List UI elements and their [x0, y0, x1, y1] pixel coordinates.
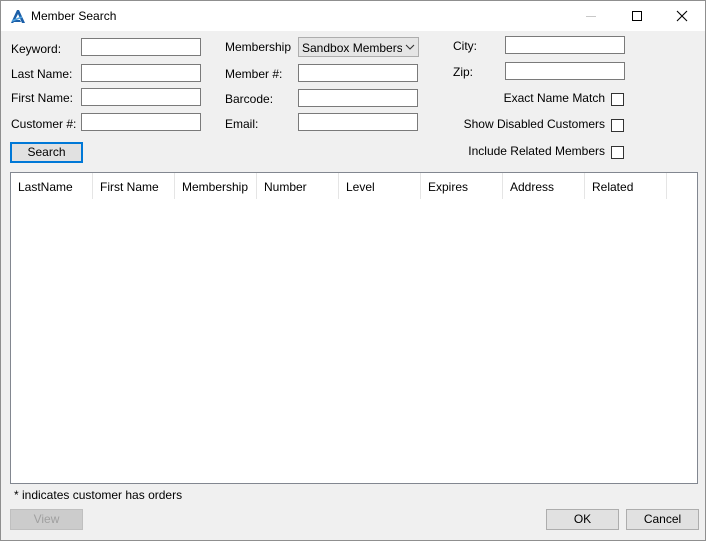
customer-number-label: Customer #:: [11, 117, 77, 131]
column-header-level[interactable]: Level: [339, 173, 421, 199]
barcode-label: Barcode:: [225, 92, 274, 106]
window-title: Member Search: [31, 9, 117, 23]
city-label: City:: [453, 39, 477, 53]
column-header-address[interactable]: Address: [503, 173, 585, 199]
minimize-icon: [586, 16, 596, 17]
last-name-label: Last Name:: [11, 67, 73, 81]
view-button[interactable]: View: [10, 509, 83, 530]
maximize-button[interactable]: [614, 1, 660, 31]
show-disabled-customers-label: Show Disabled Customers: [463, 117, 605, 131]
email-input[interactable]: [298, 113, 418, 131]
maximize-icon: [632, 11, 642, 21]
member-number-input[interactable]: [298, 64, 418, 82]
keyword-input[interactable]: [81, 38, 201, 56]
results-grid[interactable]: LastName First Name Membership Number Le…: [10, 172, 698, 484]
keyword-label: Keyword:: [11, 42, 62, 56]
exact-name-match-label: Exact Name Match: [503, 91, 605, 105]
column-header-expires[interactable]: Expires: [421, 173, 503, 199]
city-input[interactable]: [505, 36, 625, 54]
column-header-first-name[interactable]: First Name: [93, 173, 175, 199]
cancel-button[interactable]: Cancel: [626, 509, 699, 530]
zip-label: Zip:: [453, 65, 474, 79]
column-header-related[interactable]: Related: [585, 173, 667, 199]
member-search-window: Member Search Keyword: Last Name: First …: [0, 0, 706, 541]
last-name-input[interactable]: [81, 64, 201, 82]
orders-footnote: * indicates customer has orders: [14, 488, 183, 502]
zip-input[interactable]: [505, 62, 625, 80]
email-label: Email:: [225, 117, 259, 131]
member-number-label: Member #:: [225, 67, 283, 81]
minimize-button[interactable]: [568, 1, 614, 31]
exact-name-match-checkbox[interactable]: [611, 93, 624, 106]
membership-dropdown[interactable]: Sandbox Membership: [298, 37, 419, 57]
close-button[interactable]: [659, 1, 705, 31]
customer-number-input[interactable]: [81, 113, 201, 131]
title-bar[interactable]: Member Search: [1, 1, 705, 31]
chevron-down-icon: [405, 44, 415, 50]
close-icon: [676, 10, 688, 22]
ok-button[interactable]: OK: [546, 509, 619, 530]
column-header-membership[interactable]: Membership: [175, 173, 257, 199]
include-related-members-label: Include Related Members: [468, 144, 605, 158]
app-logo-icon: [11, 10, 25, 23]
first-name-label: First Name:: [11, 91, 74, 105]
membership-label: Membership: [225, 40, 292, 54]
membership-selected: Sandbox Membership: [302, 41, 402, 55]
column-header-lastname[interactable]: LastName: [11, 173, 93, 199]
search-button[interactable]: Search: [10, 142, 83, 163]
column-header-number[interactable]: Number: [257, 173, 339, 199]
include-related-members-checkbox[interactable]: [611, 146, 624, 159]
first-name-input[interactable]: [81, 88, 201, 106]
barcode-input[interactable]: [298, 89, 418, 107]
show-disabled-customers-checkbox[interactable]: [611, 119, 624, 132]
